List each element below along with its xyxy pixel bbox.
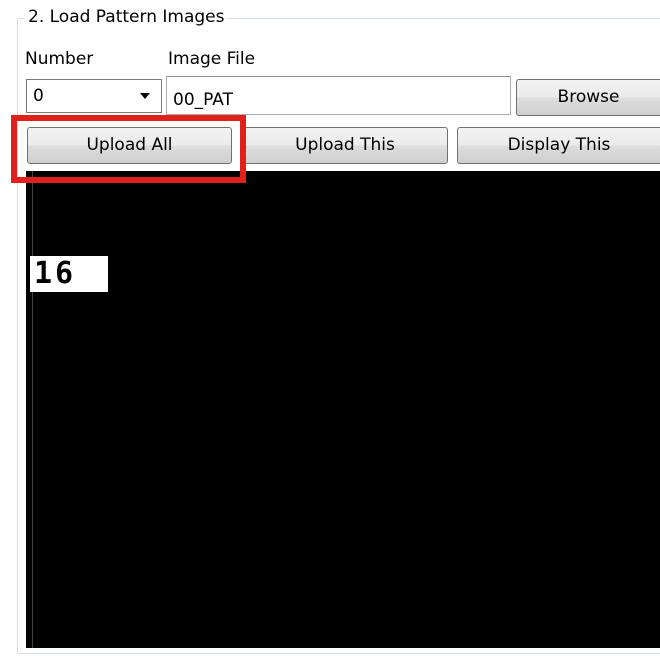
load-pattern-panel: 2. Load Pattern Images Number Image File…: [0, 0, 660, 656]
chevron-down-icon[interactable]: [140, 93, 150, 99]
group-title: 2. Load Pattern Images: [25, 6, 228, 28]
display-this-button[interactable]: Display This: [457, 127, 660, 164]
upload-this-button[interactable]: Upload This: [242, 127, 448, 164]
browse-button[interactable]: Browse: [516, 79, 660, 116]
display-divider: [32, 171, 33, 648]
image-file-label: Image File: [168, 49, 256, 69]
number-select-value: 0: [33, 86, 44, 106]
number-label: Number: [25, 49, 94, 69]
upload-all-button[interactable]: Upload All: [27, 127, 232, 164]
pattern-display-area: [26, 171, 660, 648]
image-file-input[interactable]: [166, 76, 511, 115]
pattern-count-label: 16: [30, 256, 108, 292]
number-select[interactable]: 0: [26, 79, 162, 113]
